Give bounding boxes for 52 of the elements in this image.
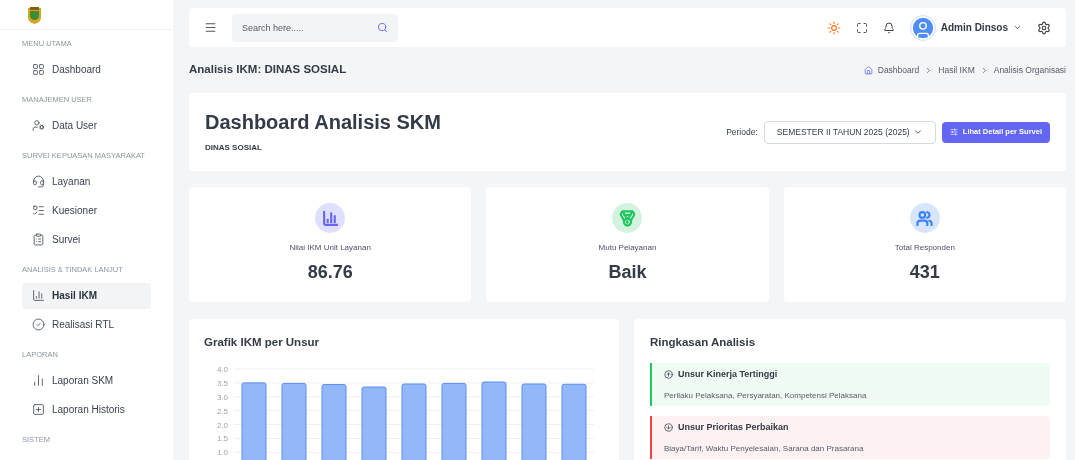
user-menu[interactable]: Admin Dinsos [909,14,1022,41]
y-tick-label: 2.0 [216,420,229,430]
stat-value: Baik [608,261,647,284]
user-name: Admin Dinsos [940,21,1008,35]
fullscreen-icon[interactable] [855,21,868,34]
sidebar-item[interactable]: Laporan Historis [22,396,151,423]
dashboard-subtitle: DINAS SOSIAL [205,142,263,154]
y-tick-label: 3.5 [216,379,229,389]
period-select[interactable]: SEMESTER II TAHUN 2025 (2025) [763,120,936,144]
stat-label: Mutu Pelayanan [598,242,657,254]
search-icon [377,22,388,33]
sidebar-item[interactable]: Kuesioner [22,197,151,224]
sidebar-item[interactable]: Laporan SKM [22,367,151,394]
alert-title: Unsur Prioritas Perbaikan [678,421,789,434]
stat-value: 86.76 [307,261,353,284]
y-tick-label: 1.0 [216,448,229,458]
sidebar-item[interactable]: Data User [22,112,151,139]
y-tick-label: 4.0 [216,365,229,375]
stat-label: Total Responden [894,242,955,254]
dashboard-title: Dashboard Analisis SKM [205,112,442,132]
breadcrumb-link[interactable]: Dashboard [877,63,920,77]
summary-title: Ringkasan Analisis [650,335,757,350]
arrow-circle-icon [664,423,673,433]
sidebar-item[interactable]: Survei [22,226,151,253]
y-tick-label: 1.5 [216,434,229,444]
stat-value: 431 [909,261,940,284]
home-icon [863,65,873,75]
page-title: Analisis IKM: DINAS SOSIAL [189,62,347,78]
breadcrumb-link[interactable]: Hasil IKM [938,63,975,77]
arrow-circle-icon [664,370,673,380]
stat-label: Nilai IKM Unit Layanan [289,242,371,254]
avatar-icon [909,14,936,41]
period-label: Periode: [726,125,758,139]
emblem-logo [27,5,42,24]
sidebar-item[interactable]: Dashboard [22,56,151,83]
sidebar-item[interactable]: Layanan [22,168,151,195]
settings-icon[interactable] [1037,20,1051,35]
caret-icon [1013,23,1022,32]
sliders-icon [949,128,958,136]
y-tick-label: 3.0 [216,393,229,402]
alert-text: Biaya/Tarif, Waktu Penyelesaian, Sarana dan Prasarana [664,442,865,455]
alert-title: Unsur Kinerja Tertinggi [678,368,778,381]
chart-title: Grafik IKM per Unsur [204,335,321,350]
sun-icon[interactable] [826,20,841,35]
breadcrumb-link[interactable]: Analisis Organisasi [993,63,1066,77]
bell-icon[interactable] [882,21,895,34]
sidebar-item[interactable]: Realisasi RTL [22,311,151,338]
alert-text: Perilaku Pelaksana, Persyaratan, Kompetensi Pelaksana [664,389,868,402]
caret-icon [912,127,923,137]
search-field[interactable]: Search here..... [232,13,398,42]
y-tick-label: 2.5 [216,406,229,416]
sidebar-item[interactable]: Hasil IKM [22,282,151,309]
